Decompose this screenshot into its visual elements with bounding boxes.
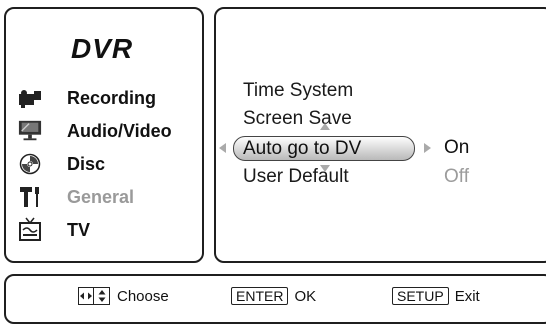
menu-item-tv[interactable]: TV [18,215,90,245]
option-auto-go-to-dv[interactable]: Auto go to DV [233,136,415,161]
exit-hint: SETUP Exit [392,287,480,305]
arrow-left-icon [219,143,226,153]
settings-panel: Time System Screen Save Auto go to DV Us… [214,7,546,263]
menu-item-label: Disc [67,153,106,174]
choose-hint: Choose [78,287,169,305]
menu-item-disc[interactable]: Disc [18,149,105,179]
enter-key: ENTER [231,287,289,305]
menu-item-general[interactable]: General [18,182,134,212]
arrow-right-icon [424,143,431,153]
tv-icon [18,217,42,242]
menu-item-audio-video[interactable]: Audio/Video [18,116,172,146]
menu-item-label: Audio/Video [67,120,172,141]
arrow-up-icon [320,123,330,130]
tools-icon [18,185,42,209]
option-screen-save[interactable]: Screen Save [243,108,352,130]
disc-icon [18,152,42,176]
selected-option-label: Auto go to DV [243,137,362,159]
menu-item-label: TV [67,219,91,240]
ok-hint: ENTER OK [231,287,316,305]
choose-label: Choose [117,287,169,305]
option-time-system[interactable]: Time System [243,80,353,102]
exit-label: Exit [454,287,480,305]
setup-key: SETUP [392,287,449,305]
menu-item-label: General [67,186,135,207]
menu-item-recording[interactable]: Recording [18,83,156,113]
left-right-key-icon [78,287,94,305]
menu-item-label: Recording [67,87,157,108]
category-menu-panel: DVR Recording Audio/Video Disc General T… [4,7,204,263]
camcorder-icon [18,86,42,110]
key-hint-bar: Choose ENTER OK SETUP Exit [4,274,546,324]
ok-label: OK [294,287,317,305]
arrow-keys-icon [78,287,110,305]
up-down-key-icon [94,287,110,305]
value-on[interactable]: On [444,137,469,159]
option-user-default[interactable]: User Default [243,166,349,188]
monitor-icon [18,119,42,143]
menu-title: DVR [71,33,134,64]
value-off[interactable]: Off [444,166,469,188]
